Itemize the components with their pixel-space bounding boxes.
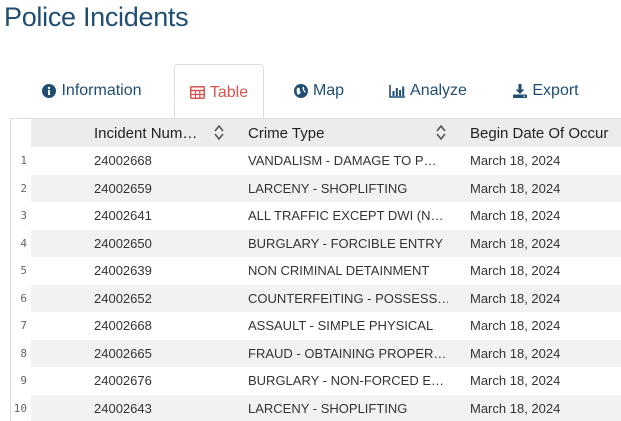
table-row[interactable]: 7 24002668 ASSAULT - SIMPLE PHYSICAL March… — [11, 312, 621, 340]
crime-type-cell: COUNTERFEITING - POSSESS… — [248, 290, 448, 306]
incident-number-cell: 24002641 — [94, 208, 152, 224]
table-row[interactable]: 9 24002676 BURGLARY - NON-FORCED E… March … — [11, 367, 621, 395]
row-number: 7 — [20, 319, 27, 333]
table-header: Incident Num… Crime Type Begin Date Of O… — [31, 119, 621, 147]
row-number: 5 — [20, 264, 27, 278]
begin-date-cell: March 18, 2024 — [470, 180, 561, 196]
tab-information[interactable]: Information — [30, 64, 154, 118]
crime-type-cell: BURGLARY - FORCIBLE ENTRY — [248, 235, 444, 251]
begin-date-cell: March 18, 2024 — [470, 373, 561, 389]
incident-number-cell: 24002643 — [94, 400, 152, 416]
download-icon — [513, 84, 528, 98]
crime-type-cell: BURGLARY - NON-FORCED E… — [248, 373, 444, 389]
tab-analyze[interactable]: Analyze — [376, 64, 480, 118]
begin-date-cell: March 18, 2024 — [470, 290, 561, 306]
table-row[interactable]: 5 24002639 NON CRIMINAL DETAINMENT March 1… — [11, 257, 621, 285]
crime-type-cell: LARCENY - SHOPLIFTING — [248, 400, 408, 416]
table-row[interactable]: 3 24002641 ALL TRAFFIC EXCEPT DWI (N… Marc… — [11, 202, 621, 230]
row-number: 3 — [20, 209, 27, 223]
row-number: 6 — [20, 291, 27, 305]
begin-date-cell: March 18, 2024 — [470, 400, 561, 416]
begin-date-cell: March 18, 2024 — [470, 345, 561, 361]
begin-date-cell: March 18, 2024 — [470, 208, 561, 224]
column-header-begin-date[interactable]: Begin Date Of Occur — [470, 119, 608, 147]
tab-map-label: Map — [312, 82, 345, 99]
table-row[interactable]: 1 24002668 VANDALISM - DAMAGE TO P… March … — [11, 147, 621, 175]
incident-number-cell: 24002665 — [94, 345, 152, 361]
incidents-table: Incident Num… Crime Type Begin Date Of O… — [10, 118, 621, 421]
table-icon — [189, 86, 205, 99]
tab-table-label: Table — [209, 83, 249, 101]
crime-type-cell: ALL TRAFFIC EXCEPT DWI (N… — [248, 208, 444, 224]
begin-date-cell: March 18, 2024 — [470, 318, 561, 334]
table-row[interactable]: 10 24002643 LARCENY - SHOPLIFTING March 18… — [11, 394, 621, 421]
sort-icon[interactable] — [213, 124, 225, 145]
incident-number-cell: 24002659 — [94, 180, 152, 196]
bar-chart-icon — [389, 84, 406, 98]
tab-export[interactable]: Export — [502, 64, 590, 118]
crime-type-cell: NON CRIMINAL DETAINMENT — [248, 263, 430, 279]
row-number: 2 — [20, 181, 27, 195]
table-row[interactable]: 6 24002652 COUNTERFEITING - POSSESS… March… — [11, 284, 621, 312]
tab-bar: Information Table Map Analyze Export — [0, 64, 621, 120]
column-header-incident-number[interactable]: Incident Num… — [94, 119, 197, 147]
begin-date-cell: March 18, 2024 — [470, 263, 561, 279]
tab-analyze-label: Analyze — [410, 82, 467, 99]
crime-type-cell: VANDALISM - DAMAGE TO P… — [248, 153, 437, 169]
row-number: 1 — [20, 154, 27, 168]
incident-number-cell: 24002652 — [94, 290, 152, 306]
sort-icon[interactable] — [435, 124, 447, 145]
column-header-crime-type[interactable]: Crime Type — [248, 119, 324, 147]
incident-number-cell: 24002668 — [94, 318, 152, 334]
begin-date-cell: March 18, 2024 — [470, 235, 561, 251]
globe-icon — [293, 84, 308, 98]
info-circle-icon — [42, 84, 57, 98]
row-number: 8 — [20, 346, 27, 360]
tab-export-label: Export — [532, 82, 579, 99]
incident-number-cell: 24002676 — [94, 373, 152, 389]
table-row[interactable]: 2 24002659 LARCENY - SHOPLIFTING March 18,… — [11, 174, 621, 202]
page-title: Police Incidents — [4, 2, 189, 32]
table-row[interactable]: 4 24002650 BURGLARY - FORCIBLE ENTRY March… — [11, 229, 621, 257]
table-row[interactable]: 8 24002665 FRAUD - OBTAINING PROPER… March… — [11, 339, 621, 367]
row-number: 9 — [20, 374, 27, 388]
crime-type-cell: LARCENY - SHOPLIFTING — [248, 180, 408, 196]
begin-date-cell: March 18, 2024 — [470, 153, 561, 169]
row-number: 4 — [20, 236, 27, 250]
tab-map[interactable]: Map — [284, 64, 354, 118]
row-number: 10 — [13, 401, 27, 415]
incident-number-cell: 24002639 — [94, 263, 152, 279]
crime-type-cell: FRAUD - OBTAINING PROPER… — [248, 345, 447, 361]
incident-number-cell: 24002668 — [94, 153, 152, 169]
crime-type-cell: ASSAULT - SIMPLE PHYSICAL — [248, 318, 434, 334]
tab-information-label: Information — [61, 82, 142, 99]
tab-table[interactable]: Table — [174, 64, 264, 120]
incident-number-cell: 24002650 — [94, 235, 152, 251]
